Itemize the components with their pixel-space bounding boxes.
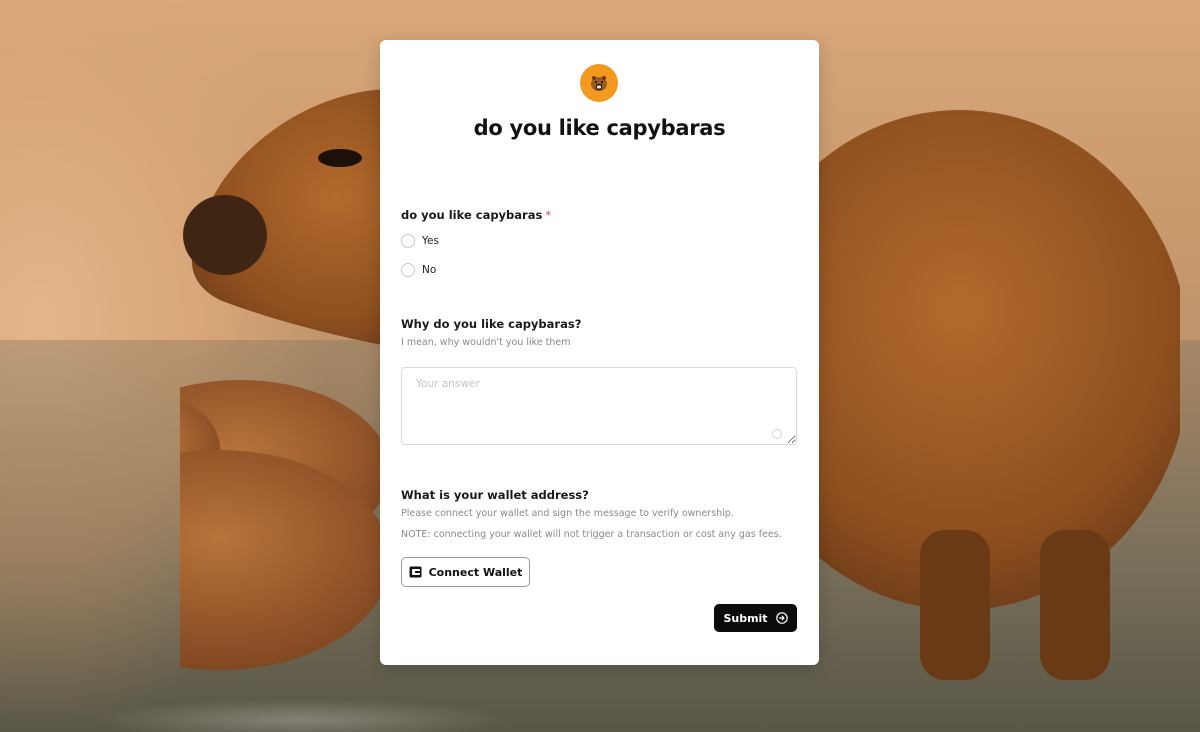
page-background: do you like capybaras do you like capyba… xyxy=(0,0,1200,732)
radio-yes[interactable] xyxy=(401,234,415,248)
submit-button[interactable]: Submit xyxy=(714,604,797,632)
question-2-hint: I mean, why wouldn't you like them xyxy=(401,337,571,348)
form-title: do you like capybaras xyxy=(473,116,726,140)
option-yes-label: Yes xyxy=(422,235,439,247)
question-1-label: do you like capybaras * xyxy=(401,208,551,222)
question-2-label: Why do you like capybaras? xyxy=(401,317,582,331)
resize-handle[interactable] xyxy=(772,429,782,439)
question-3-hint: Please connect your wallet and sign the … xyxy=(401,508,734,519)
option-no-label: No xyxy=(422,264,437,276)
option-yes[interactable]: Yes xyxy=(401,234,439,248)
submit-label: Submit xyxy=(723,611,768,625)
connect-wallet-label: Connect Wallet xyxy=(428,565,523,579)
answer-textarea[interactable] xyxy=(401,367,797,445)
radio-no[interactable] xyxy=(401,263,415,277)
connect-wallet-button[interactable]: Connect Wallet xyxy=(401,557,530,587)
arrow-right-circle-icon xyxy=(775,612,788,624)
question-3-note: NOTE: connecting your wallet will not tr… xyxy=(401,529,782,540)
form-card: do you like capybaras do you like capyba… xyxy=(380,40,819,665)
question-1-text: do you like capybaras xyxy=(401,208,543,222)
wallet-icon xyxy=(409,566,422,578)
required-marker: * xyxy=(545,208,552,222)
capybara-logo-icon xyxy=(580,64,618,102)
option-no[interactable]: No xyxy=(401,263,436,277)
question-3-label: What is your wallet address? xyxy=(401,488,589,502)
